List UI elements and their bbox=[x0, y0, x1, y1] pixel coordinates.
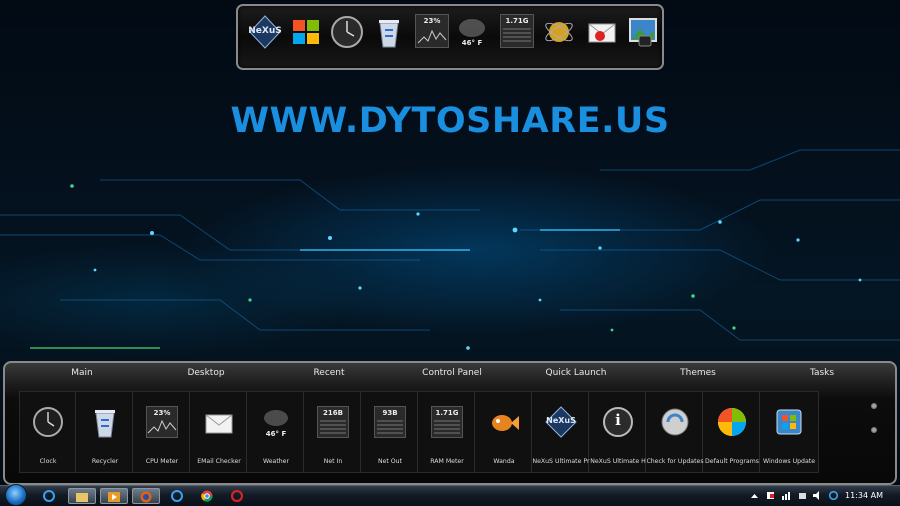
photo-icon[interactable] bbox=[625, 14, 661, 50]
dock-item-label: NeXuS Ultimate Pr bbox=[532, 458, 590, 465]
explorer-icon bbox=[76, 493, 88, 502]
windows-icon[interactable] bbox=[288, 14, 324, 50]
tab-recent[interactable]: Recent bbox=[274, 368, 384, 378]
tab-tasks[interactable]: Tasks bbox=[767, 368, 877, 378]
tab-quick-launch[interactable]: Quick Launch bbox=[521, 368, 631, 378]
tab-desktop[interactable]: Desktop bbox=[151, 368, 261, 378]
dock-item-weather[interactable]: 46° F Weather bbox=[248, 392, 304, 472]
info-glyph: i bbox=[615, 411, 621, 429]
dock-item-email-checker[interactable]: EMail Checker bbox=[191, 392, 247, 472]
ie-icon bbox=[43, 490, 55, 502]
default-programs-icon bbox=[718, 408, 746, 436]
tray-expand-icon[interactable] bbox=[750, 491, 759, 500]
volume-icon[interactable] bbox=[813, 491, 822, 500]
taskbar-ie-button-2[interactable] bbox=[164, 488, 192, 504]
dock-item-net-out[interactable]: 93B Net Out bbox=[362, 392, 418, 472]
dock-item-tray: Clock Recycler 23% CPU Meter EMail Check… bbox=[19, 391, 819, 473]
taskbar: 11:34 AM bbox=[0, 484, 900, 506]
dock-item-nexus-ultimate-h[interactable]: i NeXuS Ultimate H bbox=[590, 392, 646, 472]
bottom-dock: Main Desktop Recent Control Panel Quick … bbox=[3, 361, 897, 485]
email-icon[interactable] bbox=[584, 14, 620, 50]
dock-item-label: NeXuS Ultimate H bbox=[590, 458, 646, 465]
ie-icon bbox=[171, 490, 183, 502]
dock-item-clock[interactable]: Clock bbox=[20, 392, 76, 472]
net-out-icon: 93B bbox=[374, 406, 406, 438]
taskbar-firefox-button[interactable] bbox=[132, 488, 160, 504]
dock-item-cpu-meter[interactable]: 23% CPU Meter bbox=[134, 392, 190, 472]
dock-item-label: Clock bbox=[39, 458, 57, 465]
fish-icon bbox=[492, 415, 519, 431]
action-center-flag-icon[interactable] bbox=[766, 491, 775, 500]
media-player-icon bbox=[108, 492, 120, 502]
tab-control-panel[interactable]: Control Panel bbox=[397, 368, 507, 378]
cpu-meter-icon: 23% bbox=[146, 406, 178, 438]
dock-item-recycler[interactable]: Recycler bbox=[77, 392, 133, 472]
dock-item-label: EMail Checker bbox=[197, 458, 241, 465]
dock-item-label: RAM Meter bbox=[430, 458, 464, 465]
cpu-meter[interactable]: 23% bbox=[415, 14, 449, 48]
dock-item-label: Weather bbox=[262, 458, 290, 465]
recycle-bin-icon[interactable] bbox=[371, 14, 407, 50]
firefox-icon bbox=[140, 491, 152, 503]
clock-icon bbox=[33, 407, 63, 437]
dock-item-label: Net Out bbox=[377, 458, 403, 465]
system-clock[interactable]: 11:34 AM bbox=[845, 491, 883, 500]
taskbar-explorer-button[interactable] bbox=[68, 488, 96, 504]
wanda-icon[interactable] bbox=[541, 14, 577, 50]
top-dock: NeXuS 23% 46° F 1.71G bbox=[236, 4, 664, 70]
email-icon bbox=[205, 414, 233, 434]
recycle-bin-icon bbox=[95, 410, 115, 438]
dock-item-default-programs[interactable]: Default Programs bbox=[704, 392, 760, 472]
nexus-logo[interactable]: NeXuS bbox=[247, 14, 283, 50]
tab-themes[interactable]: Themes bbox=[643, 368, 753, 378]
watermark-text: WWW.DYTOSHARE.US bbox=[230, 101, 670, 141]
dock-item-ram-meter[interactable]: 1.71G RAM Meter bbox=[419, 392, 475, 472]
windows-update-icon bbox=[776, 409, 802, 435]
nexus-logo-text: NeXuS bbox=[248, 26, 282, 36]
nexus-logo-text: NeXuS bbox=[546, 416, 576, 425]
dock-item-label: Default Programs bbox=[705, 458, 759, 465]
dock-scroll-down-dot[interactable] bbox=[871, 427, 877, 433]
tab-main[interactable]: Main bbox=[27, 368, 137, 378]
network-icon[interactable] bbox=[782, 491, 791, 500]
taskbar-media-player-button[interactable] bbox=[100, 488, 128, 504]
dock-item-check-for-updates[interactable]: Check for Updates bbox=[646, 392, 704, 472]
weather-value: 46° F bbox=[461, 39, 483, 47]
dock-item-label: Recycler bbox=[91, 458, 119, 465]
power-icon[interactable] bbox=[798, 491, 807, 500]
dock-item-nexus-ultimate-pr[interactable]: NeXuS NeXuS Ultimate Pr bbox=[532, 392, 590, 472]
taskbar-opera-button[interactable] bbox=[224, 488, 252, 504]
dock-item-label: Wanda bbox=[493, 458, 515, 465]
weather-icon[interactable]: 46° F bbox=[454, 14, 490, 50]
dock-item-label: Net In bbox=[323, 458, 343, 465]
dock-item-label: CPU Meter bbox=[145, 458, 179, 465]
weather-value: 46° F bbox=[265, 430, 287, 438]
start-button[interactable] bbox=[5, 484, 27, 506]
dock-scroll-up-dot[interactable] bbox=[871, 403, 877, 409]
ram-meter-icon: 1.71G bbox=[431, 406, 463, 438]
dock-item-label: Windows Update bbox=[763, 458, 815, 465]
taskbar-chrome-button[interactable] bbox=[194, 488, 222, 504]
ram-meter[interactable]: 1.71G bbox=[500, 14, 534, 48]
net-in-icon: 216B bbox=[317, 406, 349, 438]
dock-tabs: Main Desktop Recent Control Panel Quick … bbox=[5, 368, 895, 382]
dock-item-label: Check for Updates bbox=[646, 458, 704, 465]
taskbar-ie-button[interactable] bbox=[36, 488, 64, 504]
clock-icon[interactable] bbox=[329, 14, 365, 50]
dock-item-windows-update[interactable]: Windows Update bbox=[761, 392, 817, 472]
update-icon bbox=[661, 408, 689, 436]
ie-tray-icon[interactable] bbox=[829, 491, 838, 500]
opera-icon bbox=[231, 490, 243, 502]
dock-item-wanda[interactable]: Wanda bbox=[476, 392, 532, 472]
chrome-icon bbox=[201, 490, 213, 502]
dock-item-net-in[interactable]: 216B Net In bbox=[305, 392, 361, 472]
